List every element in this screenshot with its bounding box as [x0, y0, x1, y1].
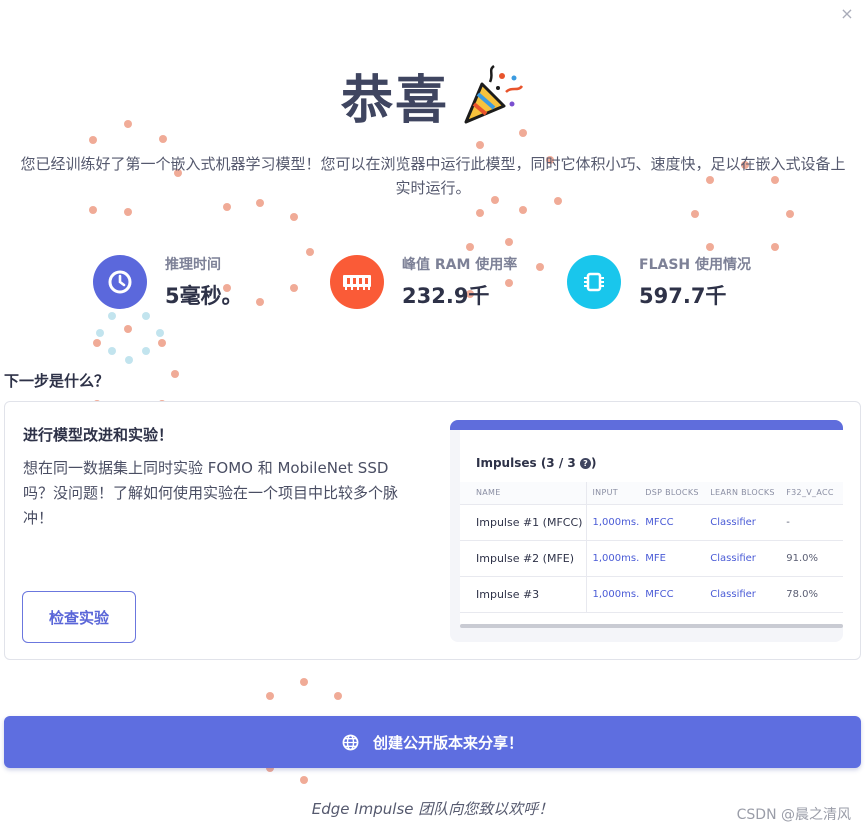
help-icon: ?	[579, 458, 591, 469]
experiment-card: 进行模型改进和实验！ 想在同一数据集上同时实验 FOMO 和 MobileNet…	[4, 401, 861, 660]
party-popper-icon	[464, 64, 524, 123]
column-header: INPUT	[586, 482, 640, 505]
table-cell: -	[780, 504, 843, 541]
stat-inference-time: 推理时间 5毫秒。	[93, 254, 243, 310]
table-row: Impulse #3 1,000ms. MFCC Classifier 78.0…	[460, 576, 843, 613]
memory-icon	[330, 255, 384, 309]
table-row: Impulse #1 (MFCC) 1,000ms. MFCC Classifi…	[460, 504, 843, 541]
clock-icon	[93, 255, 147, 309]
close-button[interactable]: ×	[837, 4, 857, 24]
table-row: Impulse #2 (MFE) 1,000ms. MFE Classifier…	[460, 540, 843, 577]
watermark: CSDN @晨之清风	[736, 807, 851, 823]
create-public-version-button[interactable]: 创建公开版本来分享！	[4, 716, 861, 768]
table-header-row: NAME INPUT DSP BLOCKS LEARN BLOCKS F32_V…	[460, 482, 843, 505]
table-cell: 1,000ms.	[586, 540, 640, 577]
table-cell: 91.0%	[780, 540, 843, 577]
stat-value: 232.9千	[402, 284, 490, 308]
dialog-title: 恭喜	[0, 58, 865, 133]
table-cell: 1,000ms.	[586, 504, 640, 541]
stat-peak-ram: 峰值 RAM 使用率 232.9千	[330, 254, 517, 310]
footer-message: Edge Impulse 团队向您致以欢呼！	[311, 800, 554, 818]
stat-label: 峰值 RAM 使用率	[402, 257, 518, 273]
table-cell: Impulse #3	[460, 576, 587, 613]
title-text: 恭喜	[340, 71, 449, 131]
intro-text: 您已经训练好了第一个嵌入式机器学习模型！您可以在浏览器中运行此模型，同时它体积小…	[20, 155, 846, 197]
impulses-table: NAME INPUT DSP BLOCKS LEARN BLOCKS F32_V…	[460, 482, 843, 613]
table-cell: Classifier	[704, 576, 781, 613]
impulses-preview-image: Impulses (3 / 3 ?) NAME INPUT DSP BLOCKS…	[450, 420, 843, 642]
column-header: DSP BLOCKS	[639, 482, 705, 505]
column-header: F32_V_ACC	[780, 482, 843, 505]
card-title: 进行模型改进和实验！	[23, 426, 174, 444]
table-cell: MFCC	[639, 504, 705, 541]
table-cell: Classifier	[704, 540, 781, 577]
globe-icon	[342, 734, 359, 750]
table-cell: MFCC	[639, 576, 705, 613]
chip-icon	[567, 255, 621, 309]
table-cell: MFE	[639, 540, 705, 577]
share-button-label: 创建公开版本来分享！	[372, 733, 523, 752]
preview-title: Impulses (3 / 3 ?)	[476, 456, 597, 470]
stat-flash-usage: FLASH 使用情况 597.7千	[567, 254, 751, 310]
table-cell: 1,000ms.	[586, 576, 640, 613]
stat-value: 597.7千	[639, 284, 727, 308]
table-cell: 78.0%	[780, 576, 843, 613]
preview-scrollbar	[460, 624, 843, 628]
card-body: 想在同一数据集上同时实验 FOMO 和 MobileNet SSD 吗？没问题！…	[23, 459, 399, 527]
check-experiments-button[interactable]: 检查实验	[22, 591, 136, 643]
table-cell: Impulse #1 (MFCC)	[460, 504, 587, 541]
table-cell: Classifier	[704, 504, 781, 541]
next-steps-heading: 下一步是什么？	[4, 372, 110, 390]
table-cell: Impulse #2 (MFE)	[460, 540, 587, 577]
stat-value: 5毫秒。	[165, 284, 243, 308]
column-header: NAME	[460, 482, 587, 505]
column-header: LEARN BLOCKS	[704, 482, 781, 505]
stat-label: FLASH 使用情况	[639, 257, 751, 273]
stat-label: 推理时间	[165, 257, 221, 273]
